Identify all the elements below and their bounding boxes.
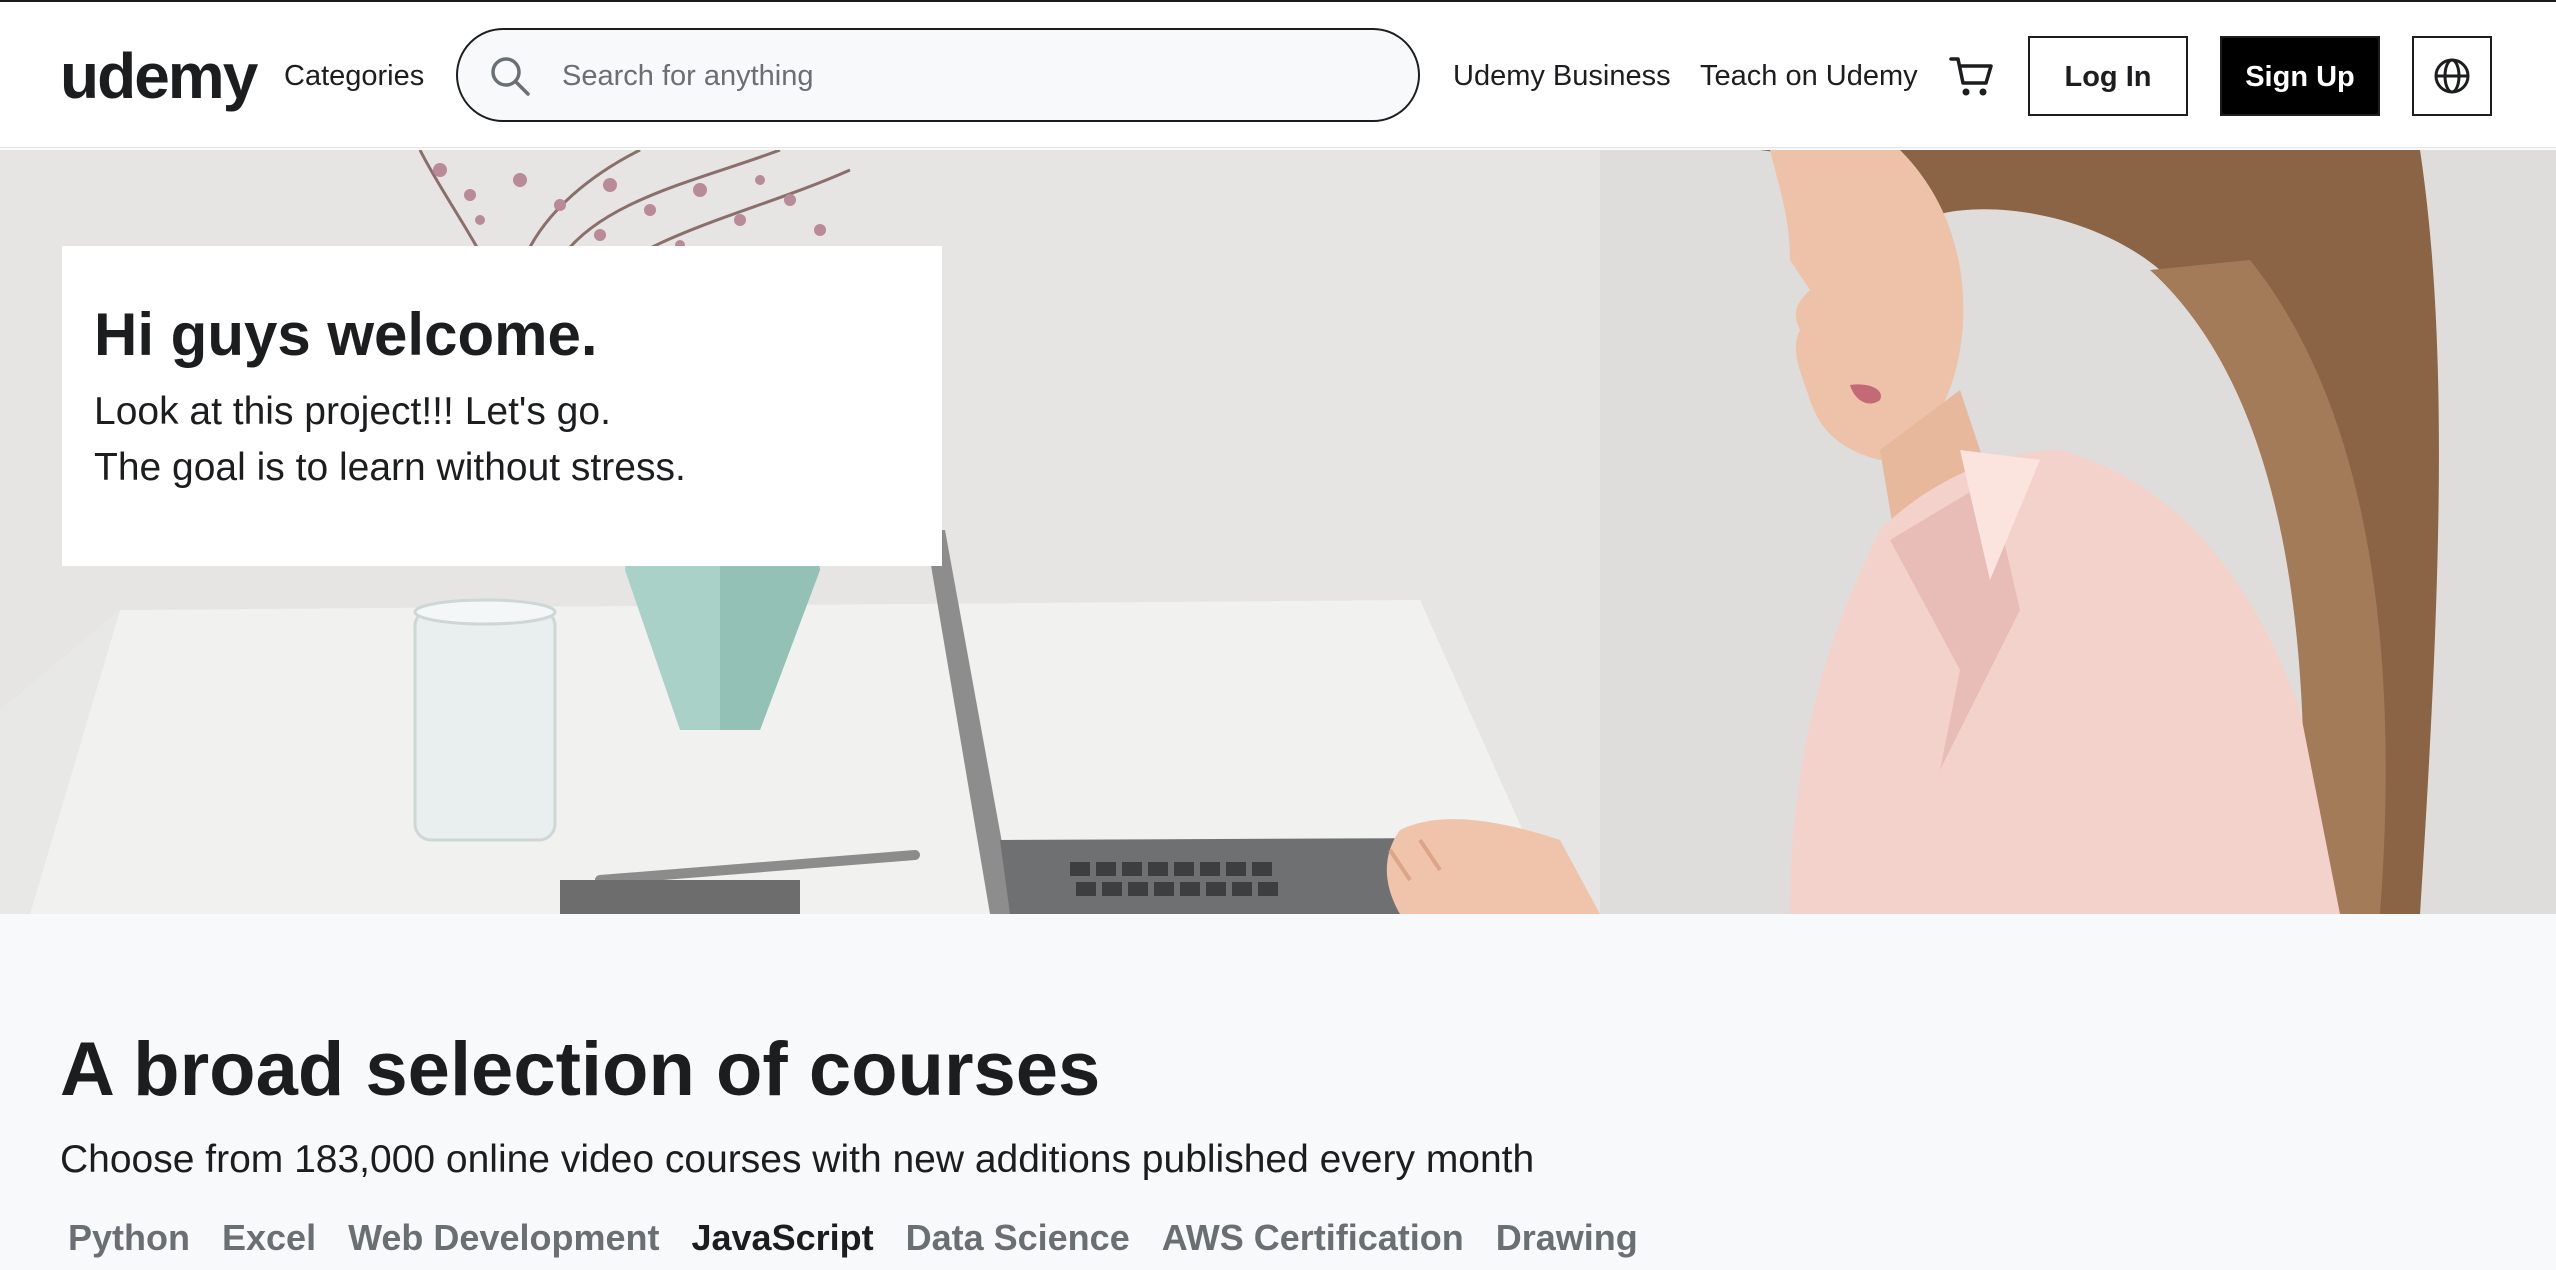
tab-excel[interactable]: Excel [214, 1210, 324, 1266]
course-category-tabs: Python Excel Web Development JavaScript … [60, 1210, 1662, 1266]
teach-on-udemy-link[interactable]: Teach on Udemy [1700, 56, 1918, 96]
udemy-business-link[interactable]: Udemy Business [1453, 56, 1671, 96]
tab-web-development[interactable]: Web Development [340, 1210, 667, 1266]
courses-section-title: A broad selection of courses [60, 1027, 1101, 1112]
tab-javascript[interactable]: JavaScript [683, 1210, 881, 1266]
tab-python[interactable]: Python [60, 1210, 198, 1266]
cart-icon[interactable] [1948, 52, 1996, 100]
language-button[interactable] [2412, 36, 2492, 116]
search-bar[interactable] [456, 28, 1420, 122]
udemy-logo[interactable]: udemy [60, 38, 258, 114]
tab-data-science[interactable]: Data Science [898, 1210, 1138, 1266]
hero-banner: Hi guys welcome. Look at this project!!!… [0, 150, 2556, 914]
hero-line-1: Look at this project!!! Let's go. [94, 390, 611, 433]
log-in-button[interactable]: Log In [2028, 36, 2188, 116]
tab-drawing[interactable]: Drawing [1488, 1210, 1646, 1266]
courses-section-subtitle: Choose from 183,000 online video courses… [60, 1138, 1535, 1181]
sign-up-button[interactable]: Sign Up [2220, 36, 2380, 116]
welcome-card: Hi guys welcome. Look at this project!!!… [62, 246, 942, 566]
tab-aws-certification[interactable]: AWS Certification [1154, 1210, 1472, 1266]
top-navbar: udemy Categories Udemy Business Teach on… [0, 0, 2556, 148]
hero-title: Hi guys welcome. [94, 301, 598, 368]
search-icon[interactable] [488, 54, 532, 98]
categories-link[interactable]: Categories [284, 56, 424, 96]
hero-description: Look at this project!!! Let's go. The go… [94, 384, 910, 496]
globe-icon [2434, 58, 2470, 94]
hero-line-2: The goal is to learn without stress. [94, 446, 686, 489]
search-input[interactable] [560, 50, 1384, 102]
